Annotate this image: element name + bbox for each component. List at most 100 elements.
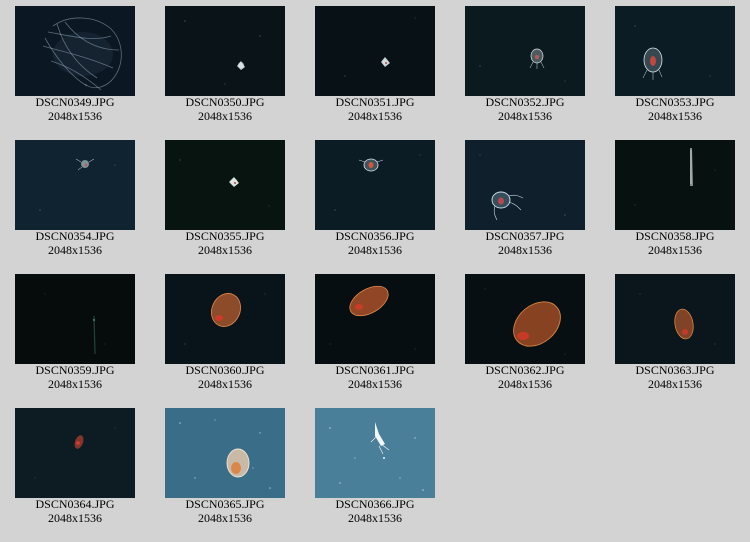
dark-photo (15, 274, 135, 364)
dimensions-label: 2048x1536 (48, 108, 102, 123)
thumbnail-caption: DSCN0351.JPG 2048x1536 (300, 95, 450, 123)
thumbnail-caption: DSCN0361.JPG 2048x1536 (300, 363, 450, 391)
dimensions-label: 2048x1536 (198, 242, 252, 257)
thumbnail-image[interactable] (465, 140, 585, 230)
thumbnail-gallery: DSCN0349.JPG 2048x1536 DSCN0350.JPG 2048… (0, 0, 750, 542)
thumbnail-image[interactable] (315, 6, 435, 96)
filename-label: DSCN0364.JPG (35, 497, 115, 511)
thumbnail-image[interactable] (15, 6, 135, 96)
dimensions-label: 2048x1536 (198, 510, 252, 525)
jellyfish-photo (15, 6, 135, 96)
thumbnail-image[interactable] (315, 140, 435, 230)
thumbnail-caption: DSCN0359.JPG 2048x1536 (0, 363, 150, 391)
filename-label: DSCN0360.JPG (185, 363, 265, 377)
dimensions-label: 2048x1536 (48, 376, 102, 391)
dimensions-label: 2048x1536 (498, 376, 552, 391)
dimensions-label: 2048x1536 (648, 376, 702, 391)
thumbnail-image[interactable] (315, 274, 435, 364)
thumbnail-image[interactable] (15, 274, 135, 364)
ctenophore-photo (165, 274, 285, 364)
filename-label: DSCN0366.JPG (335, 497, 415, 511)
thumbnail-caption: DSCN0366.JPG 2048x1536 (300, 497, 450, 525)
dimensions-label: 2048x1536 (198, 376, 252, 391)
thumbnail-image[interactable] (165, 274, 285, 364)
gallery-item[interactable]: DSCN0349.JPG 2048x1536 (0, 0, 150, 134)
dimensions-label: 2048x1536 (48, 510, 102, 525)
thumbnail-image[interactable] (615, 274, 735, 364)
thumbnail-caption: DSCN0362.JPG 2048x1536 (450, 363, 600, 391)
dimensions-label: 2048x1536 (498, 242, 552, 257)
gallery-item[interactable]: DSCN0358.JPG 2048x1536 (600, 134, 750, 268)
thumbnail-image[interactable] (165, 408, 285, 498)
thumbnail-image[interactable] (315, 408, 435, 498)
gallery-item[interactable]: DSCN0354.JPG 2048x1536 (0, 134, 150, 268)
gallery-item[interactable]: DSCN0359.JPG 2048x1536 (0, 268, 150, 402)
thumbnail-caption: DSCN0355.JPG 2048x1536 (150, 229, 300, 257)
thumbnail-image[interactable] (465, 274, 585, 364)
dimensions-label: 2048x1536 (348, 376, 402, 391)
thumbnail-image[interactable] (465, 6, 585, 96)
gallery-item[interactable]: DSCN0351.JPG 2048x1536 (300, 0, 450, 134)
thumbnail-caption: DSCN0354.JPG 2048x1536 (0, 229, 150, 257)
filename-label: DSCN0355.JPG (185, 229, 265, 243)
creature-photo (165, 140, 285, 230)
creature-photo (615, 140, 735, 230)
thumbnail-caption: DSCN0352.JPG 2048x1536 (450, 95, 600, 123)
gallery-item[interactable]: DSCN0356.JPG 2048x1536 (300, 134, 450, 268)
gallery-item[interactable]: DSCN0362.JPG 2048x1536 (450, 268, 600, 402)
creature-photo (15, 140, 135, 230)
ctenophore-photo (315, 274, 435, 364)
creature-photo (15, 408, 135, 498)
thumbnail-caption: DSCN0353.JPG 2048x1536 (600, 95, 750, 123)
thumbnail-image[interactable] (15, 408, 135, 498)
filename-label: DSCN0362.JPG (485, 363, 565, 377)
filename-label: DSCN0359.JPG (35, 363, 115, 377)
gallery-item[interactable]: DSCN0365.JPG 2048x1536 (150, 402, 300, 536)
thumbnail-caption: DSCN0364.JPG 2048x1536 (0, 497, 150, 525)
filename-label: DSCN0358.JPG (635, 229, 715, 243)
filename-label: DSCN0357.JPG (485, 229, 565, 243)
jelly-photo (615, 6, 735, 96)
dimensions-label: 2048x1536 (348, 242, 402, 257)
creature-photo (165, 6, 285, 96)
gallery-item[interactable]: DSCN0357.JPG 2048x1536 (450, 134, 600, 268)
dimensions-label: 2048x1536 (48, 242, 102, 257)
thumbnail-caption: DSCN0363.JPG 2048x1536 (600, 363, 750, 391)
thumbnail-caption: DSCN0356.JPG 2048x1536 (300, 229, 450, 257)
gallery-item[interactable]: DSCN0353.JPG 2048x1536 (600, 0, 750, 134)
gallery-item[interactable]: DSCN0361.JPG 2048x1536 (300, 268, 450, 402)
thumbnail-image[interactable] (165, 6, 285, 96)
gallery-item[interactable]: DSCN0364.JPG 2048x1536 (0, 402, 150, 536)
filename-label: DSCN0356.JPG (335, 229, 415, 243)
gallery-item[interactable]: DSCN0366.JPG 2048x1536 (300, 402, 450, 536)
thumbnail-image[interactable] (15, 140, 135, 230)
gallery-item[interactable]: DSCN0355.JPG 2048x1536 (150, 134, 300, 268)
thumbnail-image[interactable] (615, 6, 735, 96)
jelly-photo (465, 140, 585, 230)
ctenophore-photo (165, 408, 285, 498)
ctenophore-photo (615, 274, 735, 364)
filename-label: DSCN0363.JPG (635, 363, 715, 377)
filename-label: DSCN0354.JPG (35, 229, 115, 243)
gallery-item[interactable]: DSCN0352.JPG 2048x1536 (450, 0, 600, 134)
thumbnail-caption: DSCN0350.JPG 2048x1536 (150, 95, 300, 123)
gallery-item[interactable]: DSCN0360.JPG 2048x1536 (150, 268, 300, 402)
dimensions-label: 2048x1536 (648, 108, 702, 123)
thumbnail-caption: DSCN0360.JPG 2048x1536 (150, 363, 300, 391)
jelly-photo (315, 140, 435, 230)
dimensions-label: 2048x1536 (648, 242, 702, 257)
dimensions-label: 2048x1536 (348, 108, 402, 123)
thumbnail-image[interactable] (615, 140, 735, 230)
gallery-item[interactable]: DSCN0350.JPG 2048x1536 (150, 0, 300, 134)
filename-label: DSCN0350.JPG (185, 95, 265, 109)
thumbnail-image[interactable] (165, 140, 285, 230)
jelly-photo (465, 6, 585, 96)
thumbnail-caption: DSCN0349.JPG 2048x1536 (0, 95, 150, 123)
thumbnail-caption: DSCN0357.JPG 2048x1536 (450, 229, 600, 257)
jelly-photo (315, 408, 435, 498)
gallery-item[interactable]: DSCN0363.JPG 2048x1536 (600, 268, 750, 402)
dimensions-label: 2048x1536 (498, 108, 552, 123)
filename-label: DSCN0351.JPG (335, 95, 415, 109)
thumbnail-caption: DSCN0365.JPG 2048x1536 (150, 497, 300, 525)
creature-photo (315, 6, 435, 96)
